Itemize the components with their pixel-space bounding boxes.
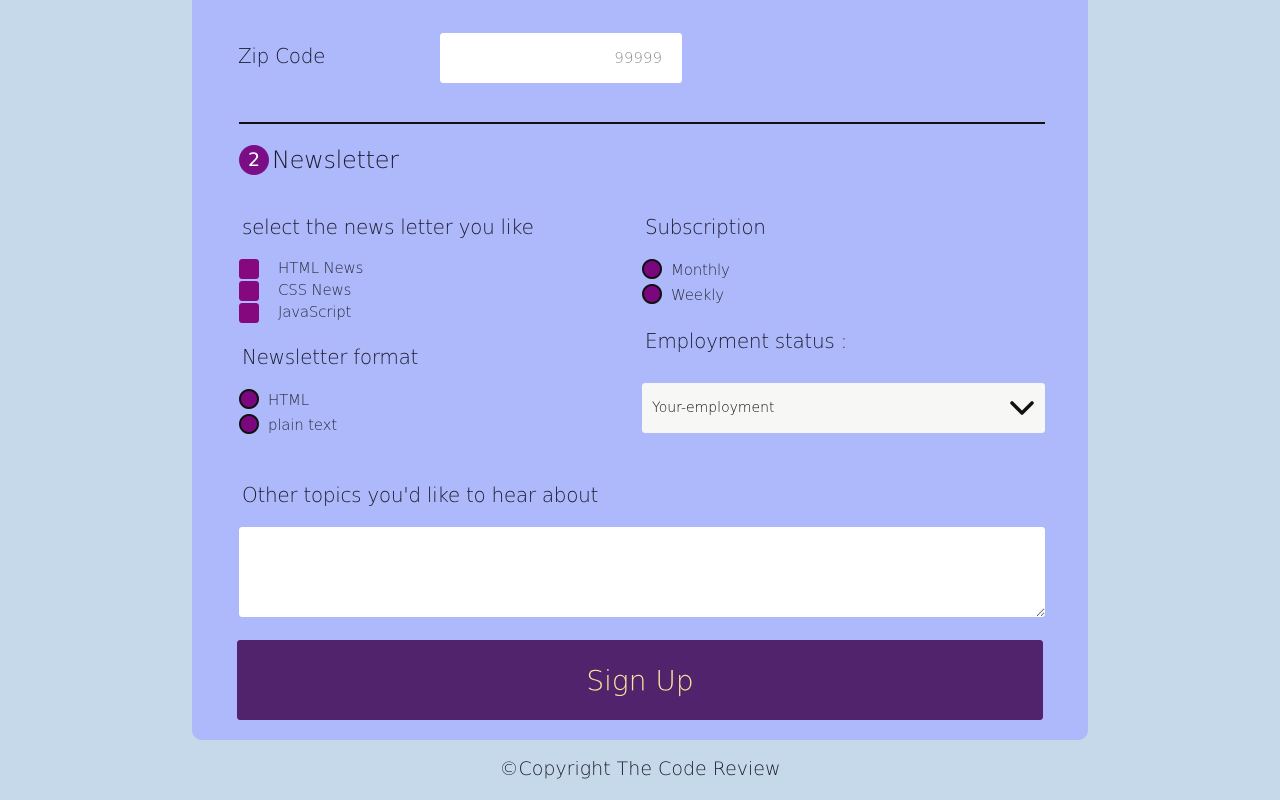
footer-copyright: ©Copyright The Code Review: [499, 758, 781, 780]
other-topics-label: Other topics you'd like to hear about: [242, 483, 599, 507]
other-topics-textarea[interactable]: [239, 527, 1045, 617]
zip-code-input[interactable]: [440, 33, 682, 83]
checkbox-html-news[interactable]: [239, 259, 259, 279]
radio-subscription-monthly[interactable]: [642, 259, 662, 279]
employment-status-label: Employment status :: [645, 329, 847, 353]
newsletter-format-label: Newsletter format: [242, 345, 419, 369]
checkbox-css-news[interactable]: [239, 281, 259, 301]
subscription-label: Subscription: [645, 215, 766, 239]
radio-label: plain text: [268, 416, 337, 434]
section-divider: [239, 122, 1045, 124]
employment-selected-value: Your-employment: [652, 400, 775, 416]
radio-label: Monthly: [671, 261, 730, 279]
radio-format-html[interactable]: [239, 389, 259, 409]
employment-status-select[interactable]: Your-employment: [642, 383, 1045, 433]
zip-code-label: Zip Code: [238, 44, 326, 68]
radio-format-plain-text[interactable]: [239, 414, 259, 434]
radio-subscription-weekly[interactable]: [642, 284, 662, 304]
section-title: Newsletter: [272, 146, 399, 174]
form-card: Zip Code 2 Newsletter select the news le…: [192, 0, 1088, 740]
sign-up-button[interactable]: Sign Up: [237, 640, 1043, 720]
radio-label: HTML: [268, 391, 309, 409]
checkbox-label: CSS News: [278, 281, 352, 299]
section-number-badge: 2: [239, 145, 269, 175]
checkbox-label: JavaScript: [278, 303, 352, 321]
checkbox-javascript[interactable]: [239, 303, 259, 323]
chevron-down-icon: [1010, 401, 1034, 415]
checkbox-label: HTML News: [278, 259, 364, 277]
newsletter-select-label: select the news letter you like: [242, 215, 534, 239]
radio-label: Weekly: [671, 286, 724, 304]
